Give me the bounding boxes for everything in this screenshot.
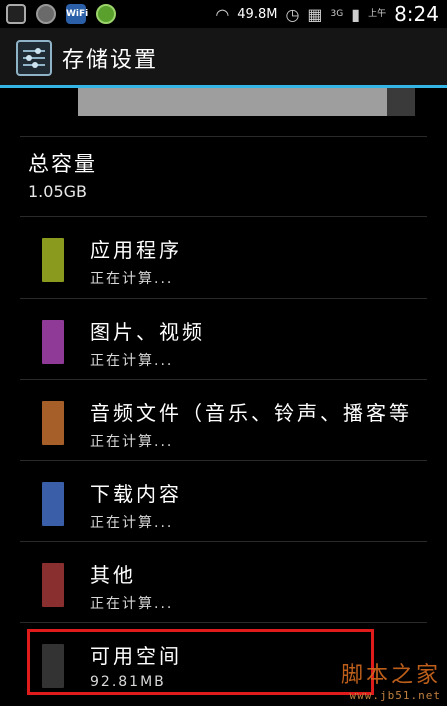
color-swatch — [42, 238, 64, 282]
category-status: 正在计算... — [90, 271, 174, 287]
alarm-clock-icon: ◷ — [285, 4, 300, 24]
status-left-icons: WiFi — [6, 4, 116, 24]
page-title: 存储设置 — [62, 48, 159, 73]
category-status: 正在计算... — [90, 515, 174, 531]
settings-sliders-icon[interactable] — [16, 40, 52, 76]
clock: 8:24 — [394, 2, 439, 26]
total-capacity-value: 1.05GB — [28, 182, 87, 201]
storage-usage-bar — [78, 88, 415, 116]
divider — [20, 216, 427, 217]
storage-category-audio[interactable]: 音频文件（音乐、铃声、播客等 正在计算... — [0, 381, 447, 461]
wifi-app-icon: WiFi — [66, 4, 88, 24]
data-usage-icon: ▦ — [307, 4, 323, 24]
action-bar: 存储设置 — [0, 28, 447, 88]
storage-category-other[interactable]: 其他 正在计算... — [0, 543, 447, 623]
total-capacity-label: 总容量 — [28, 152, 97, 176]
status-bar: WiFi ◠ 49.8M ◷ ▦ 3G ▮ 上午 8:24 — [0, 0, 447, 28]
android-debug-icon — [36, 4, 56, 24]
watermark-title: 脚本之家 — [340, 663, 441, 688]
category-label: 应用程序 — [90, 238, 182, 262]
divider — [20, 622, 427, 623]
storage-category-pictures-videos[interactable]: 图片、视频 正在计算... — [0, 300, 447, 380]
category-label: 图片、视频 — [90, 320, 205, 344]
divider — [20, 379, 427, 380]
status-right-icons: ◠ 49.8M ◷ ▦ 3G ▮ 上午 8:24 — [215, 2, 439, 26]
category-status: 正在计算... — [90, 434, 174, 450]
color-swatch — [42, 482, 64, 526]
category-label: 音频文件（音乐、铃声、播客等 — [90, 401, 412, 425]
color-swatch — [42, 563, 64, 607]
divider — [20, 541, 427, 542]
watermark: 脚本之家 www.jb51.net — [341, 657, 441, 702]
network-type: 3G — [330, 9, 344, 19]
storage-category-apps[interactable]: 应用程序 正在计算... — [0, 218, 447, 298]
category-status: 正在计算... — [90, 596, 174, 612]
category-label: 其他 — [90, 563, 136, 587]
category-label: 下载内容 — [90, 482, 182, 506]
color-swatch — [42, 320, 64, 364]
highlight-box — [27, 629, 374, 695]
divider — [20, 136, 427, 137]
category-status: 正在计算... — [90, 353, 174, 369]
usb-icon — [6, 4, 26, 24]
network-speed: 49.8M — [237, 6, 278, 22]
color-swatch — [42, 401, 64, 445]
storage-category-downloads[interactable]: 下载内容 正在计算... — [0, 462, 447, 542]
divider — [20, 298, 427, 299]
storage-free-segment — [387, 88, 415, 116]
divider — [20, 460, 427, 461]
battery-icon: ▮ — [351, 4, 361, 24]
wifi-signal-icon: ◠ — [215, 4, 230, 24]
am-pm-label: 上午 — [368, 9, 387, 19]
watermark-url: www.jb51.net — [349, 689, 441, 702]
app-notification-icon — [96, 4, 116, 24]
